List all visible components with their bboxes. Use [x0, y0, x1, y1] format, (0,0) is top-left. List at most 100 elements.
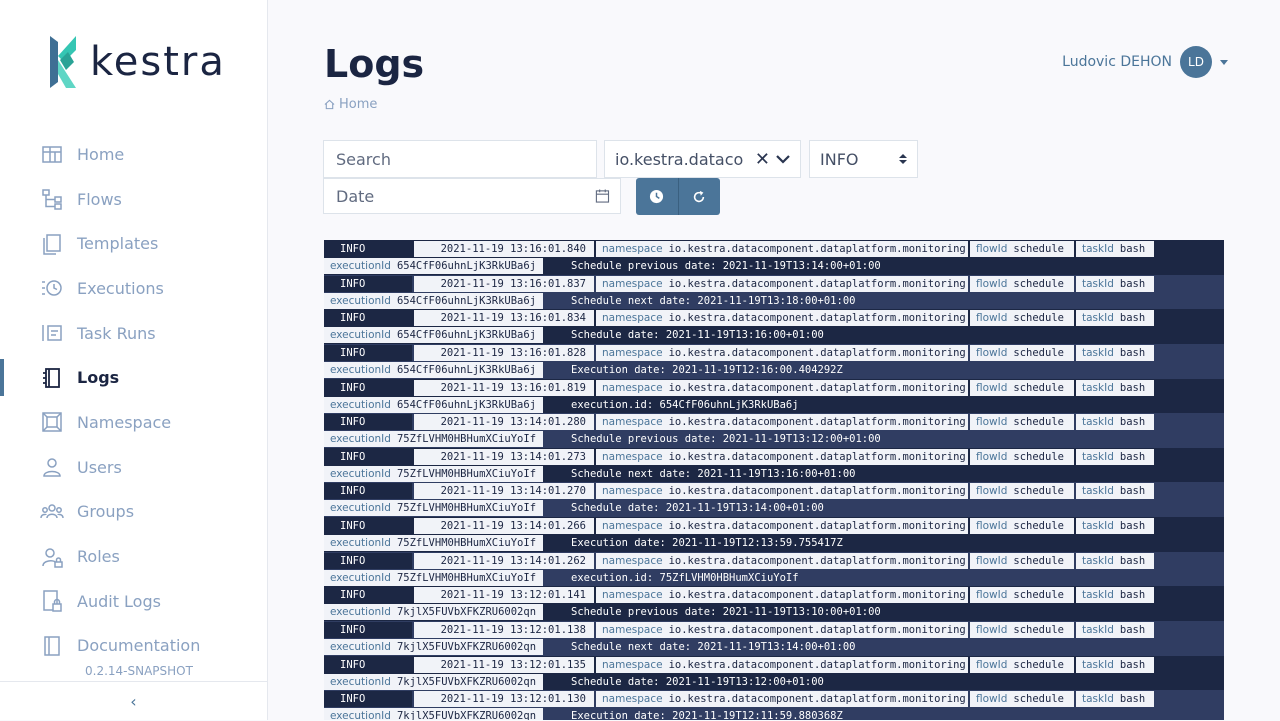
sidebar-item-namespace[interactable]: Namespace [0, 400, 267, 445]
log-namespace[interactable]: namespace io.kestra.datacomponent.datapla… [596, 656, 968, 673]
log-execution-id[interactable]: executionId 654CfF06uhnLjK3RkUBa6j [324, 258, 543, 274]
auto-refresh-button[interactable] [636, 178, 678, 215]
log-namespace[interactable]: namespace io.kestra.datacomponent.datapla… [596, 448, 968, 465]
log-task-id[interactable]: taskId bash [1076, 691, 1154, 708]
execution-id-value: 654CfF06uhnLjK3RkUBa6j [396, 260, 537, 272]
log-flow-id[interactable]: flowId schedule [970, 587, 1074, 604]
log-body: executionId 654CfF06uhnLjK3RkUBa6j Schedul… [324, 327, 824, 344]
execution-id-key: executionId [330, 294, 391, 307]
sidebar-item-logs[interactable]: Logs [0, 355, 267, 400]
log-execution-id[interactable]: executionId 7kjlX5FUVbXFKZRU6002qn [324, 638, 543, 655]
log-flow-id[interactable]: flowId schedule [970, 621, 1074, 638]
log-execution-id[interactable]: executionId 654CfF06uhnLjK3RkUBa6j [324, 396, 543, 413]
search-field [323, 140, 597, 178]
sidebar-item-users[interactable]: Users [0, 445, 267, 490]
log-execution-id[interactable]: executionId 654CfF06uhnLjK3RkUBa6j [324, 292, 543, 309]
log-task-id[interactable]: taskId bash [1076, 344, 1154, 361]
log-task-id[interactable]: taskId bash [1076, 656, 1154, 673]
task-id-value: bash [1119, 312, 1146, 325]
log-execution-id[interactable]: executionId 75ZfLVHM0HBHumXCiuYoIf [324, 465, 543, 482]
task-id-key: taskId [1082, 623, 1114, 636]
namespace-value: io.kestra.datacomponent.dataplatform.mon… [668, 693, 966, 706]
log-execution-id[interactable]: executionId 7kjlX5FUVbXFKZRU6002qn [324, 604, 543, 621]
date-input[interactable] [334, 185, 596, 207]
level-select[interactable]: INFO [809, 140, 918, 178]
sidebar-nav: Home Flows Templates Executions Task Runs Log… [0, 132, 267, 668]
sidebar-item-executions[interactable]: Executions [0, 266, 267, 311]
log-namespace[interactable]: namespace io.kestra.datacomponent.datapla… [596, 483, 968, 500]
log-task-id[interactable]: taskId bash [1076, 310, 1154, 327]
log-level: INFO [324, 656, 412, 673]
sidebar-item-home[interactable]: Home [0, 132, 267, 177]
sidebar-collapse-button[interactable]: ‹ [0, 681, 267, 721]
log-flow-id[interactable]: flowId schedule [970, 275, 1074, 292]
log-flow-id[interactable]: flowId schedule [970, 448, 1074, 465]
log-message: Schedule previous date: 2021-11-19T13:10… [571, 606, 881, 619]
log-flow-id[interactable]: flowId schedule [970, 310, 1074, 327]
search-input[interactable] [334, 148, 586, 170]
log-message: Schedule date: 2021-11-19T13:12:00+01:00 [571, 675, 824, 688]
sidebar: kestra Home Flows Templates Executions Task … [0, 0, 268, 720]
log-namespace[interactable]: namespace io.kestra.datacomponent.datapla… [596, 310, 968, 327]
log-flow-id[interactable]: flowId schedule [970, 691, 1074, 708]
log-task-id[interactable]: taskId bash [1076, 275, 1154, 292]
kestra-logo[interactable]: kestra [48, 36, 226, 88]
log-namespace[interactable]: namespace io.kestra.datacomponent.datapla… [596, 414, 968, 431]
log-task-id[interactable]: taskId bash [1076, 379, 1154, 396]
log-task-id[interactable]: taskId bash [1076, 587, 1154, 604]
log-flow-id[interactable]: flowId schedule [970, 344, 1074, 361]
log-row: INFO 2021-11-19 13:14:01.262 namespace io.k… [324, 551, 1224, 587]
log-execution-id[interactable]: executionId 75ZfLVHM0HBHumXCiuYoIf [324, 569, 543, 586]
log-execution-id[interactable]: executionId 75ZfLVHM0HBHumXCiuYoIf [324, 535, 543, 551]
log-execution-id[interactable]: executionId 654CfF06uhnLjK3RkUBa6j [324, 361, 543, 378]
log-execution-id[interactable]: executionId 75ZfLVHM0HBHumXCiuYoIf [324, 500, 543, 517]
log-date: 2021-11-19 13:16:01.819 [414, 379, 594, 396]
user-menu[interactable]: Ludovic DEHON LD [1062, 46, 1228, 78]
log-flow-id[interactable]: flowId schedule [970, 483, 1074, 500]
date-picker[interactable] [323, 178, 621, 214]
log-namespace[interactable]: namespace io.kestra.datacomponent.datapla… [596, 691, 968, 708]
sidebar-item-templates[interactable]: Templates [0, 221, 267, 266]
breadcrumb-home-link[interactable]: Home [339, 97, 377, 112]
flow-id-value: schedule [1013, 589, 1064, 602]
namespace-select[interactable]: io.kestra.dataco ✕ [604, 140, 801, 178]
log-execution-id[interactable]: executionId 7kjlX5FUVbXFKZRU6002qn [324, 673, 543, 690]
log-flow-id[interactable]: flowId schedule [970, 518, 1074, 534]
log-execution-id[interactable]: executionId 75ZfLVHM0HBHumXCiuYoIf [324, 431, 543, 448]
log-flow-id[interactable]: flowId schedule [970, 414, 1074, 431]
log-task-id[interactable]: taskId bash [1076, 448, 1154, 465]
log-meta: INFO 2021-11-19 13:14:01.270 namespace io.k… [324, 483, 1156, 500]
namespace-value: io.kestra.datacomponent.dataplatform.mon… [668, 450, 966, 463]
log-task-id[interactable]: taskId bash [1076, 414, 1154, 431]
sidebar-item-groups[interactable]: Groups [0, 490, 267, 535]
log-namespace[interactable]: namespace io.kestra.datacomponent.datapla… [596, 379, 968, 396]
log-execution-id[interactable]: executionId 654CfF06uhnLjK3RkUBa6j [324, 327, 543, 344]
log-execution-id[interactable]: executionId 7kjlX5FUVbXFKZRU6002qn [324, 708, 543, 720]
log-task-id[interactable]: taskId bash [1076, 552, 1154, 569]
log-task-id[interactable]: taskId bash [1076, 483, 1154, 500]
clear-icon[interactable]: ✕ [755, 149, 770, 170]
sidebar-item-documentation[interactable]: Documentation [0, 624, 267, 669]
log-task-id[interactable]: taskId bash [1076, 241, 1154, 257]
sidebar-item-audit-logs[interactable]: Audit Logs [0, 579, 267, 624]
sidebar-item-task-runs[interactable]: Task Runs [0, 311, 267, 356]
log-flow-id[interactable]: flowId schedule [970, 379, 1074, 396]
flow-id-key: flowId [976, 623, 1008, 636]
log-namespace[interactable]: namespace io.kestra.datacomponent.datapla… [596, 587, 968, 604]
log-flow-id[interactable]: flowId schedule [970, 241, 1074, 257]
log-task-id[interactable]: taskId bash [1076, 621, 1154, 638]
log-namespace[interactable]: namespace io.kestra.datacomponent.datapla… [596, 552, 968, 569]
log-namespace[interactable]: namespace io.kestra.datacomponent.datapla… [596, 275, 968, 292]
log-namespace[interactable]: namespace io.kestra.datacomponent.datapla… [596, 241, 968, 257]
log-flow-id[interactable]: flowId schedule [970, 552, 1074, 569]
log-date: 2021-11-19 13:16:01.840 [414, 241, 594, 257]
log-task-id[interactable]: taskId bash [1076, 518, 1154, 534]
refresh-button[interactable] [677, 178, 720, 215]
sidebar-item-flows[interactable]: Flows [0, 177, 267, 222]
log-message: Schedule previous date: 2021-11-19T13:14… [571, 260, 881, 272]
log-flow-id[interactable]: flowId schedule [970, 656, 1074, 673]
sidebar-item-roles[interactable]: Roles [0, 534, 267, 579]
log-namespace[interactable]: namespace io.kestra.datacomponent.datapla… [596, 518, 968, 534]
log-namespace[interactable]: namespace io.kestra.datacomponent.datapla… [596, 344, 968, 361]
log-namespace[interactable]: namespace io.kestra.datacomponent.datapla… [596, 621, 968, 638]
